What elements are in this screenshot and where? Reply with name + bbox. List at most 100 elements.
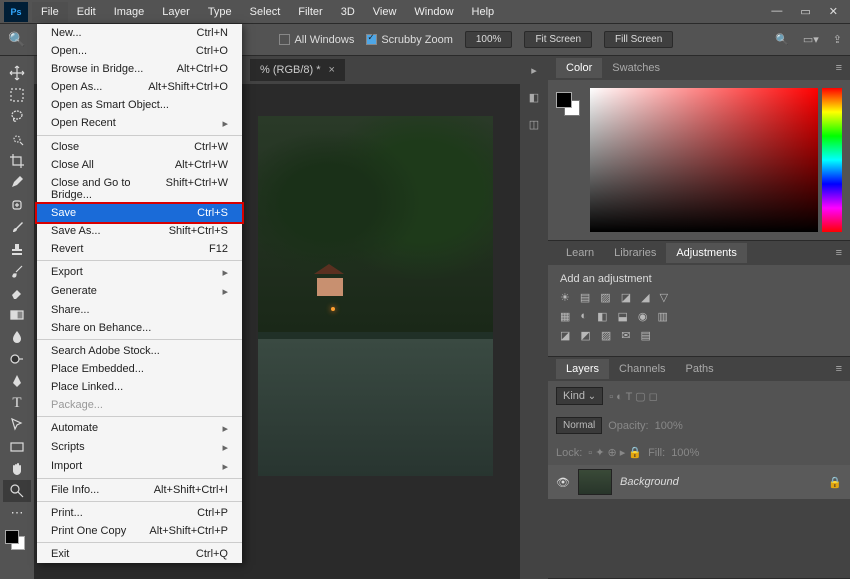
canvas[interactable] xyxy=(258,116,493,476)
eyedropper-tool[interactable] xyxy=(3,172,31,194)
zoom-level[interactable]: 100% xyxy=(465,31,513,48)
minimize-button[interactable]: — xyxy=(771,5,782,18)
all-windows-option[interactable]: All Windows xyxy=(279,34,354,46)
libraries-tab[interactable]: Libraries xyxy=(604,243,666,263)
healing-tool[interactable] xyxy=(3,194,31,216)
learn-tab[interactable]: Learn xyxy=(556,243,604,263)
color-picker[interactable] xyxy=(548,80,850,240)
hand-tool[interactable] xyxy=(3,458,31,480)
crop-tool[interactable] xyxy=(3,150,31,172)
menu-filter[interactable]: Filter xyxy=(289,2,331,22)
edit-toolbar[interactable]: ⋯ xyxy=(3,502,31,524)
move-tool[interactable] xyxy=(3,62,31,84)
adjustment-row-2[interactable]: ▦◐◧⬓◉▥ xyxy=(560,310,838,323)
close-tab-icon[interactable]: × xyxy=(329,64,335,76)
eraser-tool[interactable] xyxy=(3,282,31,304)
adjustment-row-3[interactable]: ◪◩▨✉▤ xyxy=(560,329,838,342)
workspace-icon[interactable]: ▭▾ xyxy=(803,33,819,46)
menu-item-place-linked[interactable]: Place Linked... xyxy=(37,378,242,396)
adjustments-tab[interactable]: Adjustments xyxy=(666,243,747,263)
menu-type[interactable]: Type xyxy=(199,2,241,22)
menu-item-import[interactable]: Import xyxy=(37,457,242,476)
menu-item-close-and-go-to-bridge[interactable]: Close and Go to Bridge...Shift+Ctrl+W xyxy=(37,174,242,204)
menu-item-export[interactable]: Export xyxy=(37,263,242,282)
channels-tab[interactable]: Channels xyxy=(609,359,675,379)
dodge-tool[interactable] xyxy=(3,348,31,370)
menu-item-new[interactable]: New...Ctrl+N xyxy=(37,24,242,42)
layer-name[interactable]: Background xyxy=(620,476,679,488)
visibility-icon[interactable]: 👁 xyxy=(556,476,570,489)
menu-item-share[interactable]: Share... xyxy=(37,301,242,319)
fill-screen-button[interactable]: Fill Screen xyxy=(604,31,673,48)
maximize-button[interactable]: ▭ xyxy=(800,5,810,18)
quick-select-tool[interactable] xyxy=(3,128,31,150)
menu-item-generate[interactable]: Generate xyxy=(37,282,242,301)
menu-item-close[interactable]: CloseCtrl+W xyxy=(37,138,242,156)
properties-icon[interactable]: ◫ xyxy=(529,118,539,131)
menu-item-place-embedded[interactable]: Place Embedded... xyxy=(37,360,242,378)
color-tab[interactable]: Color xyxy=(556,58,602,78)
paths-tab[interactable]: Paths xyxy=(676,359,724,379)
close-button[interactable]: ✕ xyxy=(829,5,838,18)
menu-file[interactable]: File xyxy=(32,2,68,22)
menu-help[interactable]: Help xyxy=(463,2,504,22)
lasso-tool[interactable] xyxy=(3,106,31,128)
tools-panel: T ⋯ xyxy=(0,56,34,579)
menu-item-save[interactable]: SaveCtrl+S xyxy=(37,204,242,222)
menu-window[interactable]: Window xyxy=(405,2,462,22)
menu-item-automate[interactable]: Automate xyxy=(37,419,242,438)
menu-item-share-on-behance[interactable]: Share on Behance... xyxy=(37,319,242,337)
search-icon[interactable]: 🔍 xyxy=(775,33,789,46)
menu-item-search-adobe-stock[interactable]: Search Adobe Stock... xyxy=(37,342,242,360)
menu-item-browse-in-bridge[interactable]: Browse in Bridge...Alt+Ctrl+O xyxy=(37,60,242,78)
menu-view[interactable]: View xyxy=(364,2,406,22)
panel-menu-icon[interactable]: ≡ xyxy=(836,62,842,74)
type-tool[interactable]: T xyxy=(3,392,31,414)
layer-thumbnail[interactable] xyxy=(578,469,612,495)
menu-item-save-as[interactable]: Save As...Shift+Ctrl+S xyxy=(37,222,242,240)
history-brush-tool[interactable] xyxy=(3,260,31,282)
menu-item-scripts[interactable]: Scripts xyxy=(37,438,242,457)
menu-item-file-info[interactable]: File Info...Alt+Shift+Ctrl+I xyxy=(37,481,242,499)
file-menu: New...Ctrl+NOpen...Ctrl+OBrowse in Bridg… xyxy=(37,24,242,563)
menu-item-print[interactable]: Print...Ctrl+P xyxy=(37,504,242,522)
filter-kind[interactable]: Kind ⌄ xyxy=(556,387,603,405)
panel-menu-icon[interactable]: ≡ xyxy=(836,247,842,259)
collapse-icon[interactable]: ▸ xyxy=(531,64,537,77)
fit-screen-button[interactable]: Fit Screen xyxy=(524,31,592,48)
history-icon[interactable]: ◧ xyxy=(529,91,539,104)
menu-item-open-as-smart-object[interactable]: Open as Smart Object... xyxy=(37,96,242,114)
blend-mode[interactable]: Normal xyxy=(556,417,602,434)
menu-edit[interactable]: Edit xyxy=(68,2,105,22)
menu-layer[interactable]: Layer xyxy=(153,2,199,22)
menu-item-open[interactable]: Open...Ctrl+O xyxy=(37,42,242,60)
swatches-tab[interactable]: Swatches xyxy=(602,58,670,78)
pen-tool[interactable] xyxy=(3,370,31,392)
rectangle-tool[interactable] xyxy=(3,436,31,458)
color-swatches[interactable] xyxy=(3,528,31,556)
menu-item-open-as[interactable]: Open As...Alt+Shift+Ctrl+O xyxy=(37,78,242,96)
layers-tab[interactable]: Layers xyxy=(556,359,609,379)
menu-3d[interactable]: 3D xyxy=(332,2,364,22)
adjustment-row-1[interactable]: ☀▤▨◪◢▽ xyxy=(560,291,838,304)
stamp-tool[interactable] xyxy=(3,238,31,260)
gradient-tool[interactable] xyxy=(3,304,31,326)
menu-item-exit[interactable]: ExitCtrl+Q xyxy=(37,545,242,563)
menu-image[interactable]: Image xyxy=(105,2,154,22)
blur-tool[interactable] xyxy=(3,326,31,348)
scrubby-zoom-option[interactable]: Scrubby Zoom xyxy=(366,34,453,46)
menu-item-close-all[interactable]: Close AllAlt+Ctrl+W xyxy=(37,156,242,174)
menu-item-open-recent[interactable]: Open Recent xyxy=(37,114,242,133)
brush-tool[interactable] xyxy=(3,216,31,238)
zoom-tool[interactable] xyxy=(3,480,31,502)
layer-row[interactable]: 👁 Background 🔒 xyxy=(548,465,850,499)
menu-item-print-one-copy[interactable]: Print One CopyAlt+Shift+Ctrl+P xyxy=(37,522,242,540)
document-tab[interactable]: % (RGB/8) *× xyxy=(250,59,345,81)
lock-icon[interactable]: 🔒 xyxy=(828,476,842,489)
panel-menu-icon[interactable]: ≡ xyxy=(836,363,842,375)
marquee-tool[interactable] xyxy=(3,84,31,106)
menu-item-revert[interactable]: RevertF12 xyxy=(37,240,242,258)
path-select-tool[interactable] xyxy=(3,414,31,436)
share-icon[interactable]: ⇪ xyxy=(833,33,842,46)
menu-select[interactable]: Select xyxy=(241,2,290,22)
